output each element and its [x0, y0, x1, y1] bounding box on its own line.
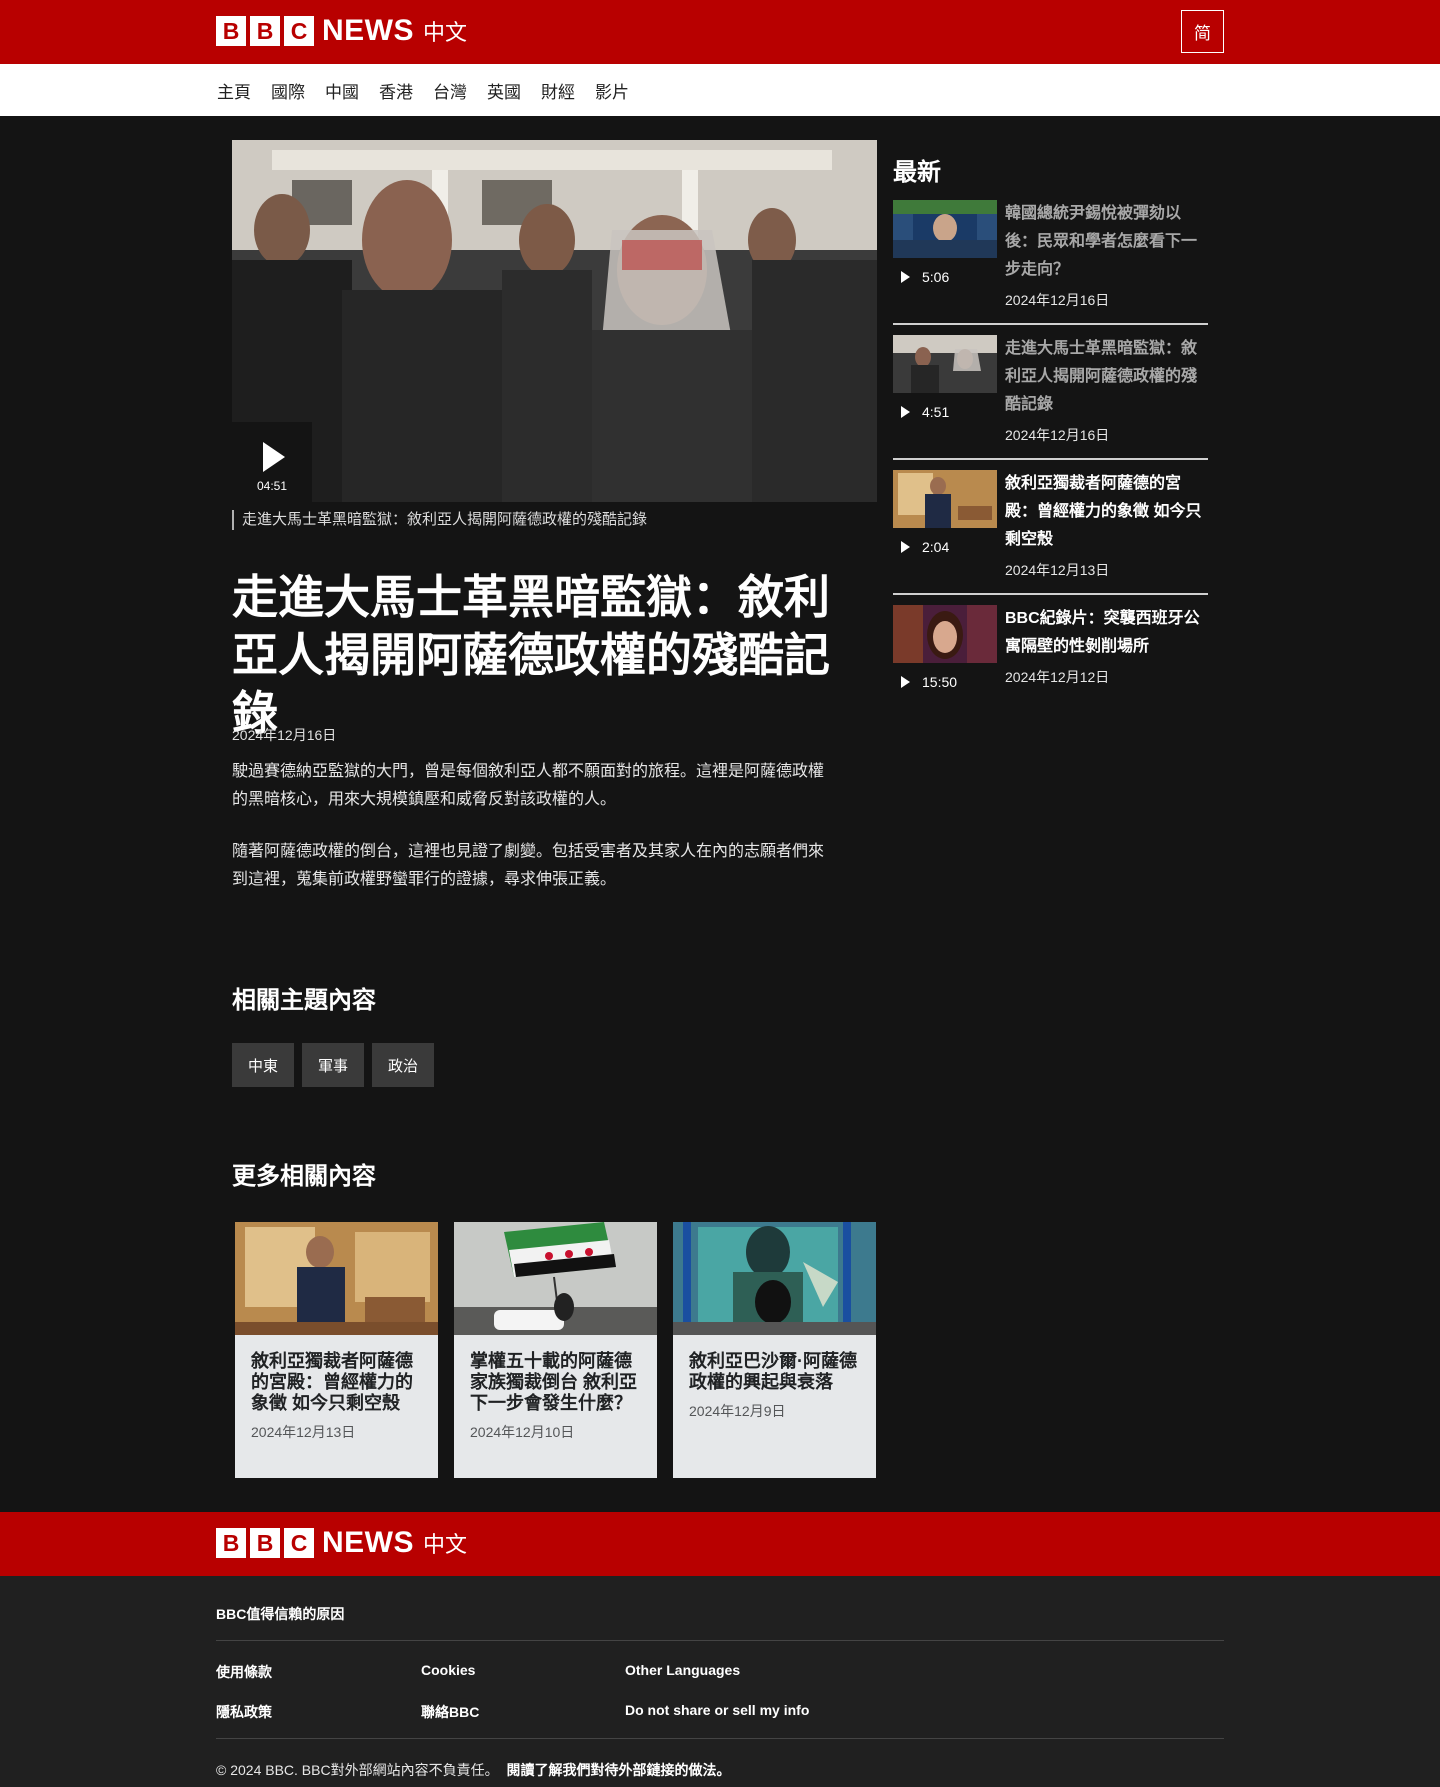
- footer-do-not-sell-link[interactable]: Do not share or sell my info: [625, 1702, 809, 1718]
- latest-play-indicator: 15:50: [901, 674, 957, 690]
- play-icon: [263, 442, 285, 472]
- footer-privacy-link[interactable]: 隱私政策: [216, 1702, 272, 1722]
- site-header: B B C NEWS 中文 简: [0, 0, 1440, 64]
- nav-item-hongkong[interactable]: 香港: [379, 78, 413, 103]
- latest-thumbnail: [893, 470, 997, 528]
- play-icon: [901, 406, 910, 418]
- footer-terms-link[interactable]: 使用條款: [216, 1662, 272, 1682]
- card-thumbnail: [673, 1222, 876, 1335]
- bbc-blocks: B B C: [216, 1528, 314, 1558]
- brand-language-text: 中文: [423, 20, 468, 45]
- article-paragraph: 隨著阿薩德政權的倒台，這裡也見證了劇變。包括受害者及其家人在內的志願者們來到這裡…: [232, 843, 825, 888]
- latest-play-indicator: 4:51: [901, 404, 949, 420]
- footer-bbc-news-logo[interactable]: B B C NEWS 中文: [216, 1526, 468, 1559]
- more-related-heading: 更多相關內容: [232, 1163, 376, 1190]
- latest-title[interactable]: 韓國總統尹錫悅被彈劾以後：民眾和學者怎麼看下一步走向？: [1005, 200, 1205, 284]
- topic-tag-politics[interactable]: 政治: [372, 1043, 435, 1087]
- copyright-text: © 2024 BBC. BBC對外部網站內容不負責任。: [216, 1762, 499, 1778]
- nav-item-taiwan[interactable]: 台灣: [433, 78, 467, 103]
- footer-contact-link[interactable]: 聯絡BBC: [421, 1702, 479, 1722]
- latest-date: 2024年12月12日: [1005, 669, 1110, 685]
- article-date: 2024年12月16日: [232, 727, 337, 743]
- nav-item-video[interactable]: 影片: [595, 78, 629, 103]
- latest-thumbnail: [893, 200, 997, 258]
- latest-date: 2024年12月16日: [1005, 292, 1110, 308]
- latest-play-indicator: 2:04: [901, 539, 949, 555]
- brand-news-text: NEWS: [322, 1526, 414, 1559]
- nav-item-china[interactable]: 中國: [325, 78, 359, 103]
- play-button[interactable]: 04:51: [232, 422, 312, 502]
- card-date: 2024年12月10日: [470, 1424, 575, 1440]
- article-headline: 走進大馬士革黑暗監獄：敘利亞人揭開阿薩德政權的殘酷記錄: [232, 571, 830, 739]
- latest-title[interactable]: BBC紀錄片：突襲西班牙公寓隔壁的性剝削場所: [1005, 605, 1205, 661]
- footer-trust-link[interactable]: BBC值得信賴的原因: [216, 1604, 344, 1624]
- card-title: 掌權五十載的阿薩德家族獨裁倒台 敘利亞下一步會發生什麼？: [470, 1351, 638, 1413]
- external-links-policy-link[interactable]: 閱讀了解我們對待外部鏈接的做法。: [506, 1762, 730, 1778]
- bbc-blocks: B B C: [216, 16, 314, 46]
- video-duration: 04:51: [256, 479, 288, 493]
- video-caption: 走進大馬士革黑暗監獄：敘利亞人揭開阿薩德政權的殘酷記錄: [232, 510, 647, 530]
- bbc-block-b2: B: [250, 1528, 280, 1558]
- latest-play-indicator: 5:06: [901, 269, 949, 285]
- related-cards: 敘利亞獨裁者阿薩德的宮殿：曾經權力的象徵 如今只剩空殼 2024年12月13日 …: [235, 1222, 876, 1478]
- bbc-block-b1: B: [216, 1528, 246, 1558]
- footer-copyright: © 2024 BBC. BBC對外部網站內容不負責任。 閱讀了解我們對待外部鏈接…: [216, 1760, 730, 1780]
- bbc-block-b2: B: [250, 16, 280, 46]
- latest-date: 2024年12月16日: [1005, 427, 1110, 443]
- footer-divider: [216, 1738, 1224, 1739]
- card-date: 2024年12月9日: [689, 1403, 786, 1419]
- bbc-block-c: C: [284, 16, 314, 46]
- simplified-chinese-toggle-button[interactable]: 简: [1181, 10, 1224, 53]
- topic-tag-military[interactable]: 軍事: [302, 1043, 365, 1087]
- related-card[interactable]: 敘利亞巴沙爾·阿薩德政權的興起與衰落 2024年12月9日: [673, 1222, 876, 1478]
- latest-duration: 4:51: [922, 404, 950, 420]
- site-footer: BBC值得信賴的原因 使用條款 Cookies Other Languages …: [0, 1576, 1440, 1787]
- latest-item[interactable]: 15:50 BBC紀錄片：突襲西班牙公寓隔壁的性剝削場所 2024年12月12日: [893, 605, 1208, 730]
- latest-heading: 最新: [893, 159, 941, 186]
- topic-tag-middle-east[interactable]: 中東: [232, 1043, 295, 1087]
- nav-item-business[interactable]: 財經: [541, 78, 575, 103]
- topic-tags: 中東 軍事 政治: [232, 1043, 435, 1087]
- related-card[interactable]: 敘利亞獨裁者阿薩德的宮殿：曾經權力的象徵 如今只剩空殼 2024年12月13日: [235, 1222, 438, 1478]
- latest-duration: 15:50: [922, 674, 958, 690]
- latest-item[interactable]: 2:04 敘利亞獨裁者阿薩德的宮殿：曾經權力的象徵 如今只剩空殼 2024年12…: [893, 470, 1208, 595]
- video-still-image: [232, 140, 877, 502]
- bbc-news-logo[interactable]: B B C NEWS 中文: [216, 14, 468, 47]
- card-date: 2024年12月13日: [251, 1424, 356, 1440]
- brand-news-text: NEWS: [322, 14, 414, 47]
- video-player[interactable]: 04:51: [232, 140, 877, 502]
- latest-item[interactable]: 4:51 走進大馬士革黑暗監獄：敘利亞人揭開阿薩德政權的殘酷記錄 2024年12…: [893, 335, 1208, 460]
- article-paragraph: 駛過賽德納亞監獄的大門，曾是每個敘利亞人都不願面對的旅程。這裡是阿薩德政權的黑暗…: [232, 763, 825, 808]
- latest-list: 5:06 韓國總統尹錫悅被彈劾以後：民眾和學者怎麼看下一步走向？ 2024年12…: [893, 200, 1208, 730]
- nav-item-uk[interactable]: 英國: [487, 78, 521, 103]
- footer-brand-bar: B B C NEWS 中文: [0, 1512, 1440, 1576]
- footer-divider: [216, 1640, 1224, 1641]
- latest-title[interactable]: 敘利亞獨裁者阿薩德的宮殿：曾經權力的象徵 如今只剩空殼: [1005, 470, 1205, 554]
- related-card[interactable]: 掌權五十載的阿薩德家族獨裁倒台 敘利亞下一步會發生什麼？ 2024年12月10日: [454, 1222, 657, 1478]
- latest-thumbnail: [893, 335, 997, 393]
- bbc-block-b1: B: [216, 16, 246, 46]
- footer-cookies-link[interactable]: Cookies: [421, 1662, 475, 1678]
- latest-thumbnail: [893, 605, 997, 663]
- latest-item[interactable]: 5:06 韓國總統尹錫悅被彈劾以後：民眾和學者怎麼看下一步走向？ 2024年12…: [893, 200, 1208, 325]
- related-topics-heading: 相關主題內容: [232, 987, 376, 1014]
- latest-duration: 2:04: [922, 539, 950, 555]
- card-title: 敘利亞獨裁者阿薩德的宮殿：曾經權力的象徵 如今只剩空殼: [251, 1351, 413, 1413]
- bbc-block-c: C: [284, 1528, 314, 1558]
- card-thumbnail: [454, 1222, 657, 1335]
- card-title: 敘利亞巴沙爾·阿薩德政權的興起與衰落: [689, 1351, 857, 1392]
- latest-title[interactable]: 走進大馬士革黑暗監獄：敘利亞人揭開阿薩德政權的殘酷記錄: [1005, 335, 1205, 419]
- play-icon: [901, 676, 910, 688]
- nav-item-international[interactable]: 國際: [271, 78, 305, 103]
- nav-item-home[interactable]: 主頁: [217, 78, 251, 103]
- latest-date: 2024年12月13日: [1005, 562, 1110, 578]
- footer-languages-link[interactable]: Other Languages: [625, 1662, 740, 1678]
- brand-language-text: 中文: [423, 1532, 468, 1557]
- main-nav: 主頁 國際 中國 香港 台灣 英國 財經 影片: [0, 64, 1440, 116]
- play-icon: [901, 541, 910, 553]
- play-icon: [901, 271, 910, 283]
- latest-duration: 5:06: [922, 269, 950, 285]
- card-thumbnail: [235, 1222, 438, 1335]
